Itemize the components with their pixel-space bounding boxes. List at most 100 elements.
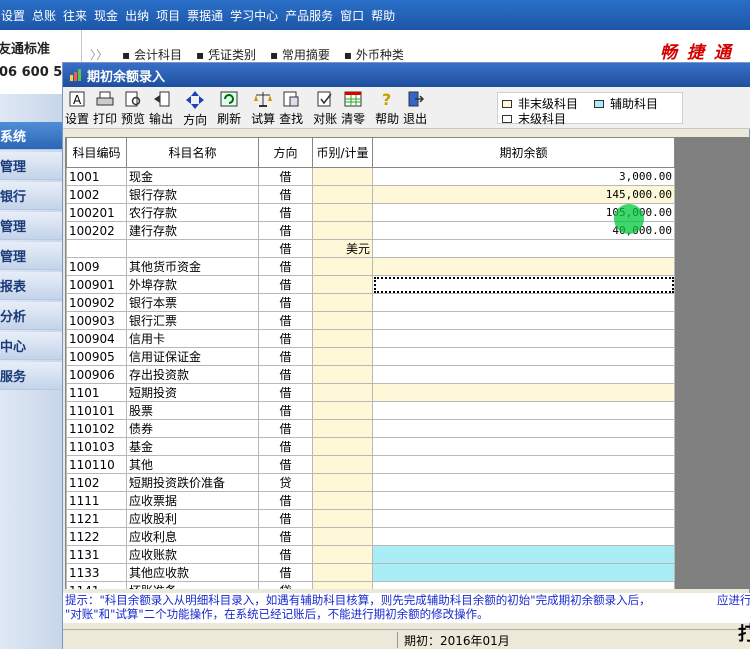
opening-balance-cell[interactable] — [372, 383, 675, 402]
menu-item[interactable]: 设置 — [0, 7, 31, 24]
opening-balance-cell[interactable] — [372, 455, 675, 474]
toolbar-button[interactable]: 刷新 — [215, 89, 243, 127]
col-name[interactable]: 科目名称 — [126, 137, 259, 168]
table-row[interactable]: 110110 其他借 — [66, 455, 675, 474]
opening-balance-cell[interactable] — [372, 257, 675, 276]
menu-item[interactable]: 学习中心 — [229, 7, 284, 24]
table-row[interactable]: 1121 应收股利借 — [66, 509, 675, 528]
menu-item[interactable]: 现金 — [93, 7, 124, 24]
opening-balance-cell[interactable] — [372, 311, 675, 330]
col-code[interactable]: 科目编码 — [66, 137, 127, 168]
tab-foreign-currency[interactable]: ▪ 外币种类 — [344, 46, 404, 63]
table-row[interactable]: 110101 股票借 — [66, 401, 675, 420]
sidebar-item[interactable]: 分析 — [0, 302, 62, 330]
opening-balance-cell[interactable] — [372, 527, 675, 546]
toolbar-button[interactable]: A 设置 — [63, 89, 91, 127]
table-row[interactable]: 100905 信用证保证金借 — [66, 347, 675, 366]
settings-a-icon: A — [66, 90, 88, 109]
opening-balance-cell[interactable] — [372, 491, 675, 510]
opening-balance-cell[interactable] — [372, 293, 675, 312]
opening-balance-cell[interactable] — [372, 329, 675, 348]
table-row[interactable]: 100904 信用卡借 — [66, 329, 675, 348]
tab-common-summary[interactable]: ▪ 常用摘要 — [270, 46, 330, 63]
menu-item[interactable]: 往来 — [62, 7, 93, 24]
table-row[interactable]: 1133 其他应收款借 — [66, 563, 675, 582]
toolbar-button[interactable]: 清零 — [339, 89, 367, 127]
table-row[interactable]: 100202 建行存款借 40,000.00 — [66, 221, 675, 240]
tab-voucher-types[interactable]: ▪ 凭证类别 — [196, 46, 256, 63]
direction-cell: 借 — [258, 365, 313, 384]
account-code-cell: 1009 — [66, 257, 127, 276]
toolbar-button-label: 刷新 — [217, 111, 242, 126]
toolbar-button[interactable]: 方向 — [181, 89, 209, 127]
opening-balance-cell[interactable] — [372, 365, 675, 384]
opening-balance-cell[interactable] — [372, 419, 675, 438]
account-name-cell: 信用卡 — [126, 329, 259, 348]
table-row[interactable]: 1122 应收利息借 — [66, 527, 675, 546]
toolbar-button[interactable]: 试算 — [249, 89, 277, 127]
menu-item[interactable]: 帮助 — [370, 7, 401, 24]
balance-grid[interactable]: 科目编码 科目名称 方向 币别/计量 期初余额 1001 现金借 3,000.00 1… — [65, 137, 675, 589]
table-row[interactable]: 1009 其他货币资金借 — [66, 257, 675, 276]
sidebar-item[interactable]: 管理 — [0, 152, 62, 180]
opening-balance-cell[interactable] — [372, 545, 675, 564]
table-row[interactable]: 1002 银行存款借 145,000.00 — [66, 185, 675, 204]
sidebar-item[interactable]: 管理 — [0, 212, 62, 240]
opening-balance-cell[interactable] — [372, 581, 675, 589]
table-row[interactable]: 110103 基金借 — [66, 437, 675, 456]
table-row[interactable]: 1001 现金借 3,000.00 — [66, 167, 675, 186]
opening-balance-cell[interactable] — [372, 347, 675, 366]
toolbar-button[interactable]: 打印 — [91, 89, 119, 127]
account-code-cell: 110103 — [66, 437, 127, 456]
table-row[interactable]: 1111 应收票据借 — [66, 491, 675, 510]
opening-balance-cell[interactable] — [372, 473, 675, 492]
toolbar-button[interactable]: 对账 — [311, 89, 339, 127]
col-direction[interactable]: 方向 — [258, 137, 313, 168]
toolbar-button[interactable]: 预览 — [119, 89, 147, 127]
toolbar-button[interactable]: 输出 — [147, 89, 175, 127]
opening-balance-cell[interactable]: 3,000.00 — [372, 167, 675, 186]
table-row[interactable]: 100902 银行本票借 — [66, 293, 675, 312]
toolbar-button[interactable]: 退出 — [401, 89, 429, 127]
sidebar-item[interactable]: 中心 — [0, 332, 62, 360]
table-row[interactable]: 110102 债券借 — [66, 419, 675, 438]
account-code-cell: 100201 — [66, 203, 127, 222]
account-name-cell: 债券 — [126, 419, 259, 438]
table-row[interactable]: 1102 短期投资跌价准备贷 — [66, 473, 675, 492]
table-row[interactable]: 100903 银行汇票借 — [66, 311, 675, 330]
opening-balance-cell[interactable] — [372, 275, 675, 294]
dialog-title-bar[interactable]: 期初余额录入 — [63, 63, 750, 87]
account-name-cell: 农行存款 — [126, 203, 259, 222]
menu-item[interactable]: 总账 — [31, 7, 62, 24]
table-row[interactable]: 借美元 — [66, 239, 675, 258]
table-row[interactable]: 1101 短期投资借 — [66, 383, 675, 402]
menu-item[interactable]: 票据通 — [186, 7, 229, 24]
table-row[interactable]: 1141坏账准备贷 — [66, 581, 675, 589]
menu-item[interactable]: 项目 — [155, 7, 186, 24]
sidebar-item[interactable]: 服务 — [0, 362, 62, 390]
toolbar-button[interactable]: ? 帮助 — [373, 89, 401, 127]
toolbar-button[interactable]: 查找 — [277, 89, 305, 127]
opening-balance-cell[interactable] — [372, 437, 675, 456]
opening-balance-cell[interactable] — [372, 563, 675, 582]
menu-item[interactable]: 窗口 — [339, 7, 370, 24]
table-row[interactable]: 100901 外埠存款借 — [66, 275, 675, 294]
sidebar-item[interactable]: 银行 — [0, 182, 62, 210]
table-row[interactable]: 1131 应收账款借 — [66, 545, 675, 564]
sidebar-item[interactable]: 系统 — [0, 122, 62, 150]
menu-item[interactable]: 出纳 — [124, 7, 155, 24]
tabs-scroll-icon[interactable]: 〉〉 — [90, 46, 108, 63]
menu-item[interactable]: 产品服务 — [284, 7, 339, 24]
opening-balance-cell[interactable] — [372, 509, 675, 528]
col-currency[interactable]: 币别/计量 — [312, 137, 373, 168]
help-icon: ? — [376, 90, 398, 109]
table-row[interactable]: 100201农行存款借105,000.00 — [66, 203, 675, 222]
sidebar-item[interactable]: 管理 — [0, 242, 62, 270]
opening-balance-cell[interactable] — [372, 401, 675, 420]
sidebar-item[interactable]: 报表 — [0, 272, 62, 300]
col-opening-balance[interactable]: 期初余额 — [372, 137, 675, 168]
opening-balance-cell[interactable] — [372, 239, 675, 258]
table-row[interactable]: 100906 存出投资款借 — [66, 365, 675, 384]
tab-account-subjects[interactable]: ▪ 会计科目 — [122, 46, 182, 63]
opening-balance-cell[interactable]: 145,000.00 — [372, 185, 675, 204]
